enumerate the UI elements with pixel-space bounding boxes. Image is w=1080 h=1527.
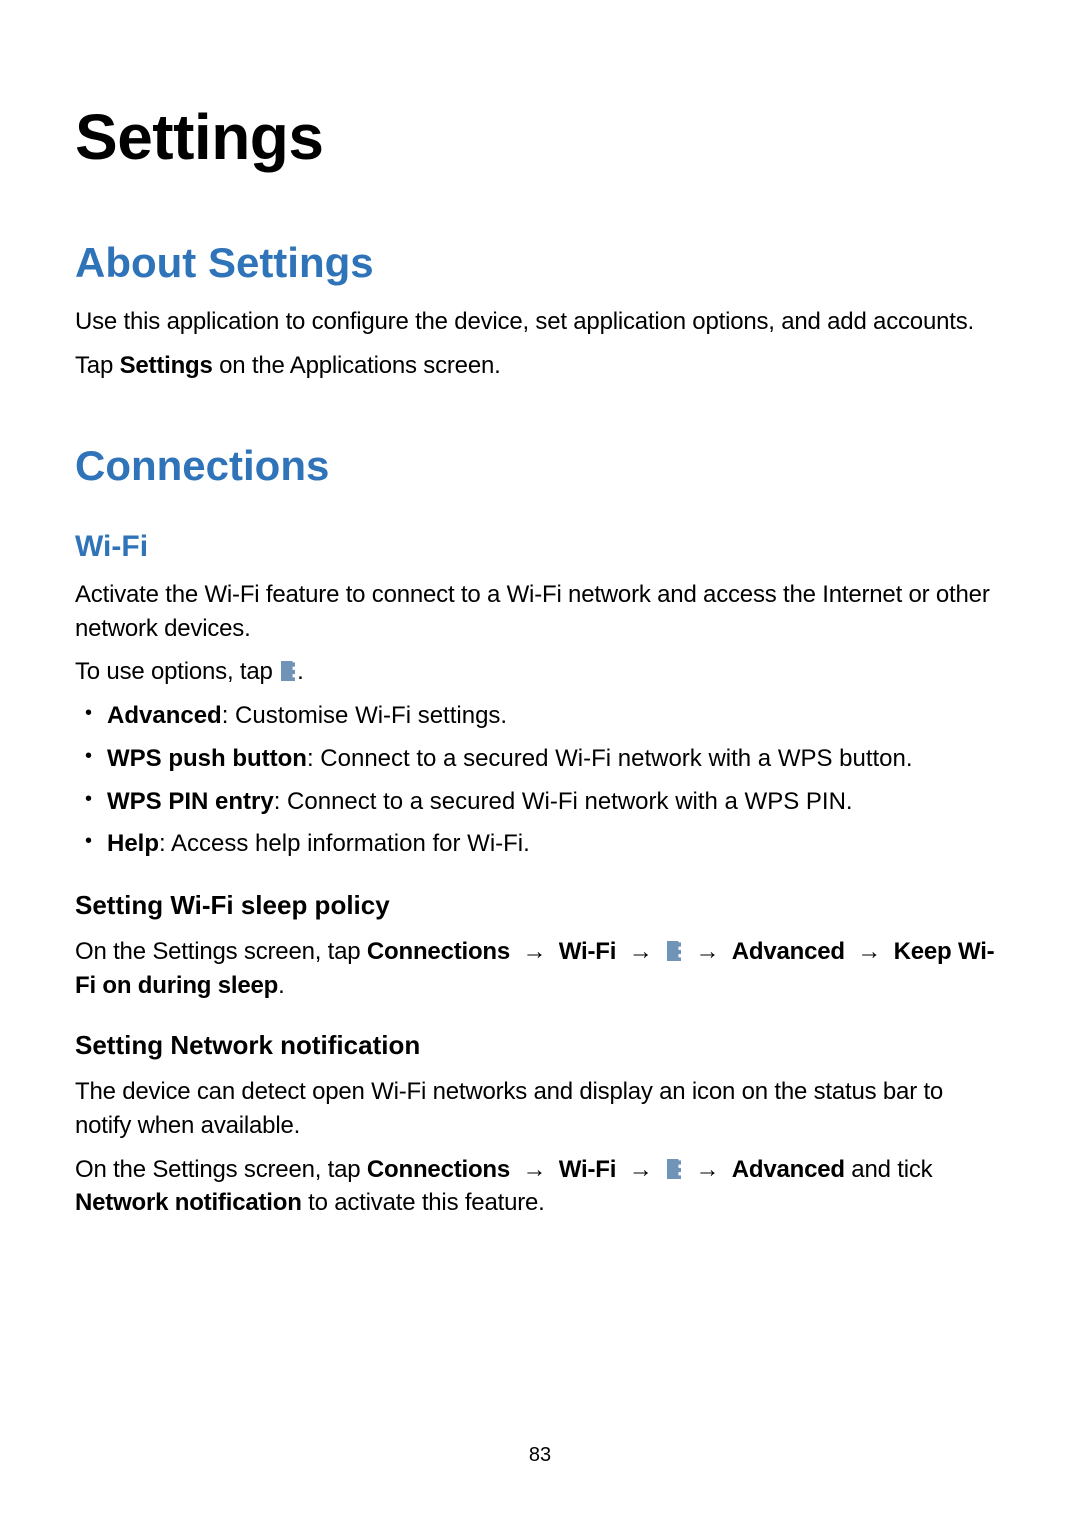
arrow-icon: → — [689, 938, 726, 965]
network-notification-desc: The device can detect open Wi-Fi network… — [75, 1075, 1005, 1142]
connections-heading: Connections — [75, 442, 1005, 490]
about-settings-tap-line: Tap Settings on the Applications screen. — [75, 349, 1005, 383]
tap-prefix: Tap — [75, 352, 120, 379]
nn-prefix: On the Settings screen, tap — [75, 1156, 367, 1183]
arrow-icon: → — [622, 938, 659, 965]
nn-path-network-notification: Network notification — [75, 1189, 302, 1216]
wifi-intro: Activate the Wi-Fi feature to connect to… — [75, 578, 1005, 645]
sleep-path-wifi: Wi-Fi — [559, 938, 616, 965]
nn-path-advanced: Advanced — [732, 1156, 845, 1183]
sleep-path-advanced: Advanced — [732, 938, 845, 965]
nn-and-tick: and tick — [845, 1156, 933, 1183]
document-page: Settings About Settings Use this applica… — [0, 0, 1080, 1527]
nn-path-connections: Connections — [367, 1156, 510, 1183]
wifi-heading: Wi-Fi — [75, 530, 1005, 564]
tap-settings-bold: Settings — [120, 352, 213, 379]
nn-path-wifi: Wi-Fi — [559, 1156, 616, 1183]
option-term: Help — [107, 830, 159, 857]
option-desc: : Access help information for Wi-Fi. — [159, 830, 530, 857]
sleep-path-connections: Connections — [367, 938, 510, 965]
page-title: Settings — [75, 100, 1005, 174]
wifi-options-prefix: To use options, tap — [75, 658, 279, 685]
about-settings-heading: About Settings — [75, 239, 1005, 287]
wifi-options-line: To use options, tap . — [75, 655, 1005, 689]
list-item: WPS push button: Connect to a secured Wi… — [107, 742, 1005, 777]
arrow-icon: → — [851, 938, 888, 965]
list-item: WPS PIN entry: Connect to a secured Wi-F… — [107, 785, 1005, 820]
about-settings-intro: Use this application to configure the de… — [75, 305, 1005, 339]
wifi-sleep-heading: Setting Wi-Fi sleep policy — [75, 890, 1005, 921]
arrow-icon: → — [516, 938, 553, 965]
arrow-icon: → — [622, 1156, 659, 1183]
tap-suffix: on the Applications screen. — [213, 352, 501, 379]
option-term: Advanced — [107, 702, 222, 729]
arrow-icon: → — [516, 1156, 553, 1183]
option-desc: : Connect to a secured Wi-Fi network wit… — [307, 745, 913, 772]
option-desc: : Customise Wi-Fi settings. — [222, 702, 507, 729]
network-notification-path: On the Settings screen, tap Connections … — [75, 1153, 1005, 1220]
list-item: Advanced: Customise Wi-Fi settings. — [107, 699, 1005, 734]
arrow-icon: → — [689, 1156, 726, 1183]
option-term: WPS push button — [107, 745, 307, 772]
wifi-sleep-path: On the Settings screen, tap Connections … — [75, 935, 1005, 1002]
wifi-options-list: Advanced: Customise Wi-Fi settings. WPS … — [75, 699, 1005, 862]
nn-suffix: to activate this feature. — [302, 1189, 545, 1216]
option-term: WPS PIN entry — [107, 788, 274, 815]
more-options-icon — [667, 1159, 681, 1179]
network-notification-heading: Setting Network notification — [75, 1030, 1005, 1061]
option-desc: : Connect to a secured Wi-Fi network wit… — [274, 788, 853, 815]
more-options-icon — [281, 661, 295, 681]
sleep-prefix: On the Settings screen, tap — [75, 938, 367, 965]
page-number: 83 — [0, 1444, 1080, 1467]
sleep-suffix: . — [278, 972, 284, 999]
list-item: Help: Access help information for Wi-Fi. — [107, 827, 1005, 862]
more-options-icon — [667, 941, 681, 961]
